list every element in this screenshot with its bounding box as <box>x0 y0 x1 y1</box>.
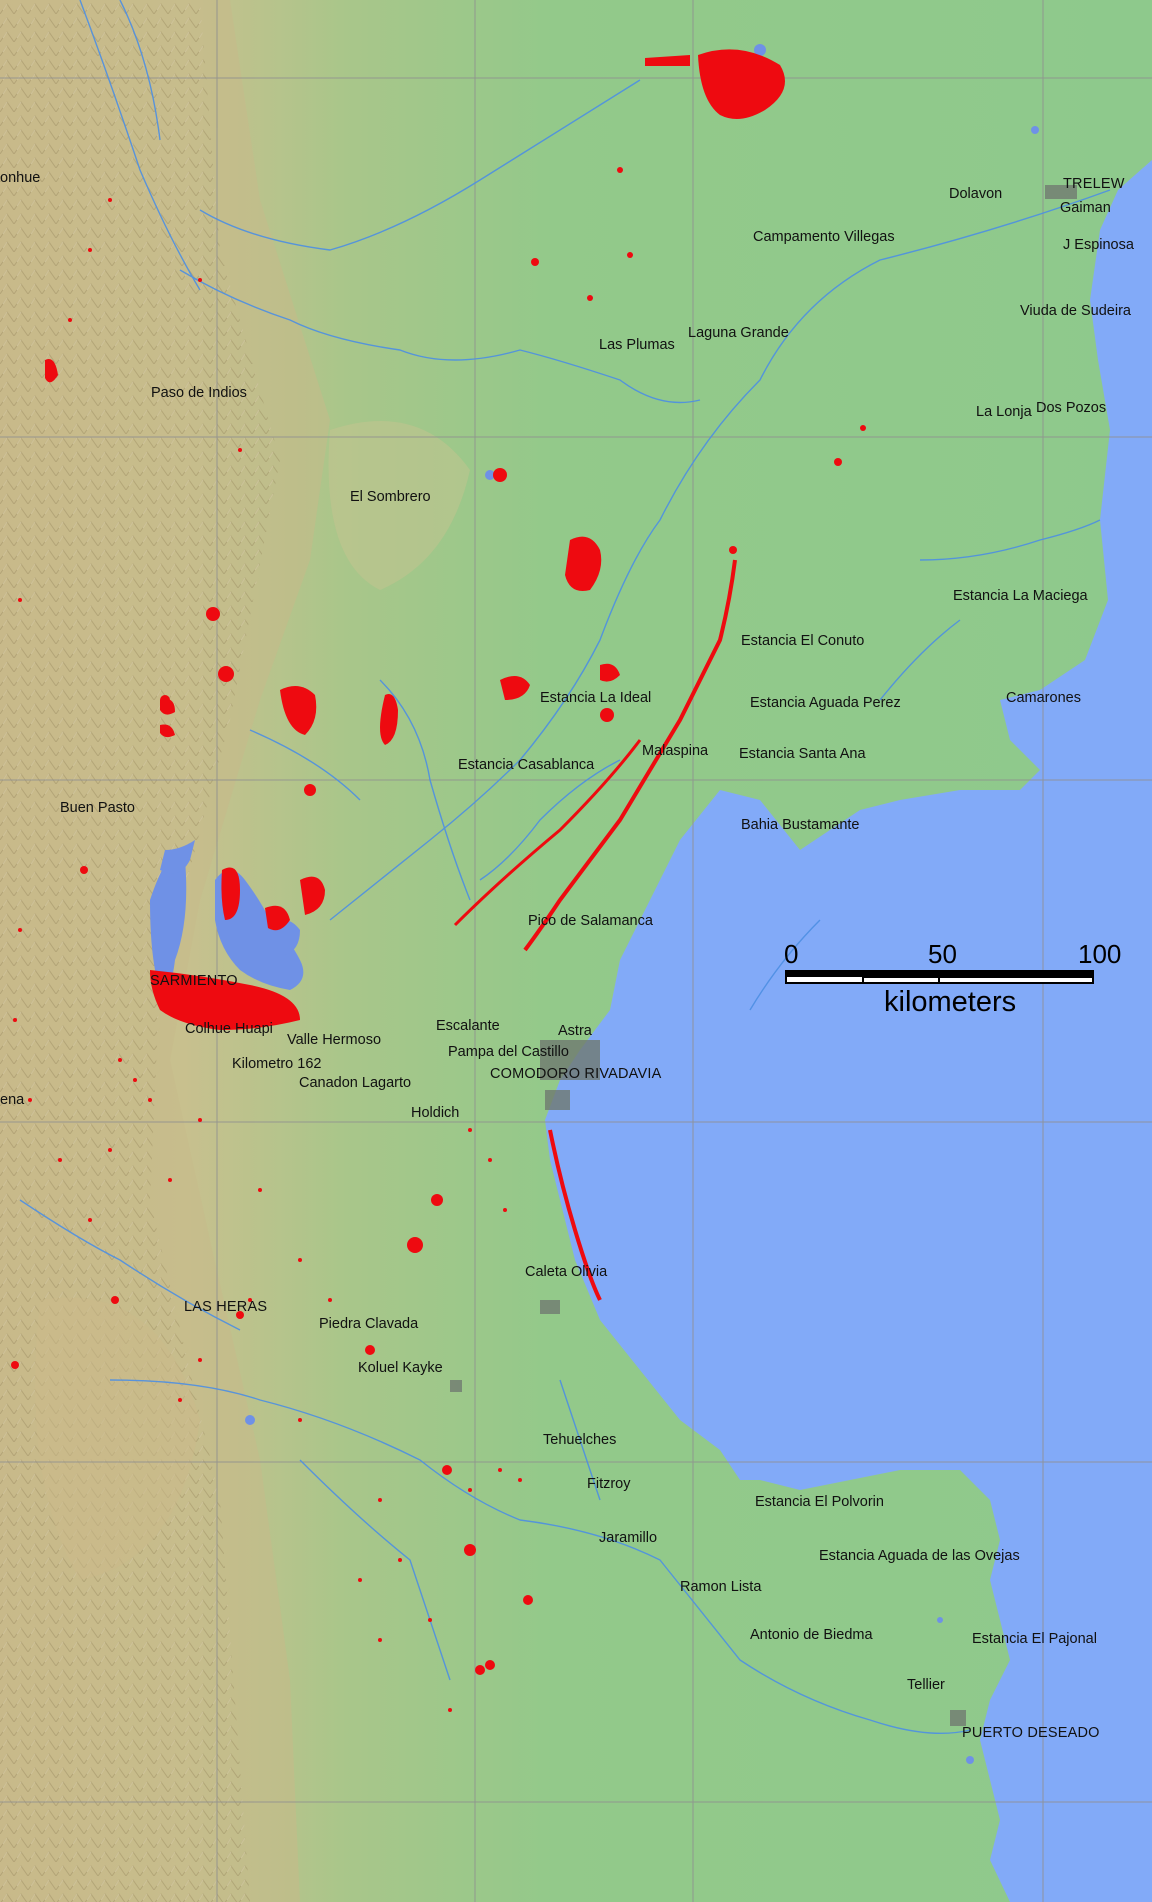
place-label: Fitzroy <box>587 1476 631 1492</box>
scale-tick-0: 0 <box>784 939 799 969</box>
place-label: Las Plumas <box>599 337 675 353</box>
place-label: Campamento Villegas <box>753 229 895 245</box>
scale-segment <box>938 976 1094 984</box>
place-label: Estancia Aguada Perez <box>750 695 901 711</box>
place-label: Paso de Indios <box>151 385 247 401</box>
place-label: Kilometro 162 <box>232 1056 322 1072</box>
place-label: Dolavon <box>949 186 1003 202</box>
scale-segment <box>862 976 940 984</box>
place-label: Valle Hermoso <box>287 1032 382 1048</box>
place-label: Estancia La Ideal <box>540 690 652 706</box>
place-label: Piedra Clavada <box>319 1316 419 1332</box>
place-label: Estancia El Conuto <box>741 633 865 649</box>
place-label: ena <box>0 1092 25 1108</box>
place-label: El Sombrero <box>350 489 431 505</box>
place-label: Escalante <box>436 1018 500 1034</box>
scale-tick-100: 100 <box>1078 939 1122 969</box>
place-label: Tehuelches <box>543 1432 617 1448</box>
place-label: Estancia El Pajonal <box>972 1631 1097 1647</box>
scale-unit: kilometers <box>884 986 1017 1018</box>
place-label: Pampa del Castillo <box>448 1044 569 1060</box>
place-label: Tellier <box>907 1677 945 1693</box>
place-label: Estancia Aguada de las Ovejas <box>819 1548 1020 1564</box>
scale-tick-50: 50 <box>928 939 957 969</box>
place-label: La Lonja <box>976 404 1032 420</box>
place-label: Antonio de Biedma <box>750 1627 873 1643</box>
place-label: SARMIENTO <box>150 973 238 989</box>
place-label: J Espinosa <box>1063 237 1134 253</box>
place-label: Laguna Grande <box>688 325 789 341</box>
place-label: Bahia Bustamante <box>741 817 860 833</box>
place-label: Estancia Santa Ana <box>739 746 866 762</box>
place-label: Jaramillo <box>599 1530 658 1546</box>
place-label: TRELEW <box>1063 176 1125 192</box>
place-label: Estancia Casablanca <box>458 757 595 773</box>
place-label: Pico de Salamanca <box>528 913 653 929</box>
scale-bar: 0 50 100 kilometers <box>784 939 1121 1020</box>
place-label: Buen Pasto <box>60 800 135 816</box>
place-label: Astra <box>558 1023 592 1039</box>
place-label: COMODORO RIVADAVIA <box>490 1066 662 1082</box>
place-label: LAS HERAS <box>184 1299 268 1315</box>
place-label: Estancia El Polvorin <box>755 1494 884 1510</box>
place-label: Holdich <box>411 1105 460 1121</box>
place-label: Estancia La Maciega <box>953 588 1088 604</box>
place-label: Dos Pozos <box>1036 400 1107 416</box>
place-label: Caleta Olivia <box>525 1264 608 1280</box>
place-label: onhue <box>0 170 41 186</box>
place-label: Viuda de Sudeira <box>1020 303 1131 319</box>
place-label: Colhue Huapi <box>185 1021 273 1037</box>
place-label: Koluel Kayke <box>358 1360 443 1376</box>
place-label: Gaiman <box>1060 200 1111 216</box>
place-label: Ramon Lista <box>680 1579 762 1595</box>
place-label: PUERTO DESEADO <box>962 1725 1100 1741</box>
scale-segment <box>785 970 864 977</box>
place-label: Malaspina <box>642 743 709 759</box>
place-label: Canadon Lagarto <box>299 1075 412 1091</box>
place-label: Camarones <box>1006 690 1081 706</box>
